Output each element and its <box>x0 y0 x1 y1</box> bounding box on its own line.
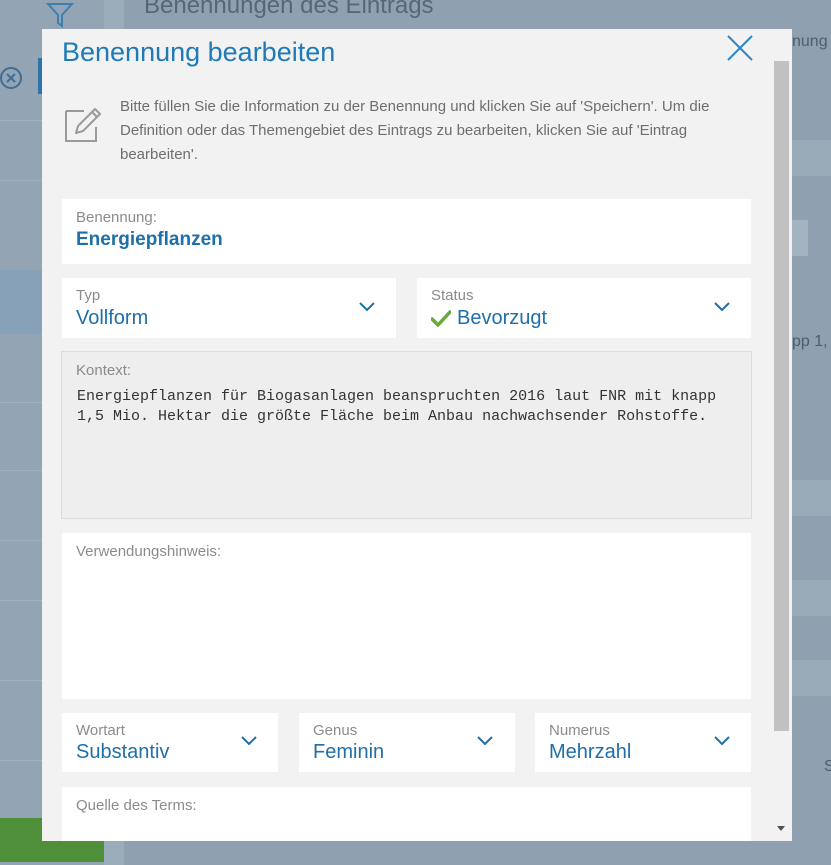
source-field[interactable]: Quelle des Terms: <box>62 787 751 841</box>
chevron-down-icon[interactable] <box>477 736 493 746</box>
background-snippet: S <box>824 758 831 775</box>
part-of-speech-value: Substantiv <box>76 741 170 763</box>
background-band <box>792 660 831 696</box>
term-name-label: Benennung: <box>76 209 157 226</box>
chevron-down-icon[interactable] <box>714 302 730 312</box>
dialog-scrollbar[interactable] <box>773 53 790 839</box>
dialog-title: Benennung bearbeiten <box>62 37 336 67</box>
usage-note-label: Verwendungshinweis: <box>76 543 222 560</box>
term-name-value[interactable]: Energiepflanzen <box>76 229 223 251</box>
number-select[interactable]: Numerus Mehrzahl <box>535 713 751 772</box>
check-icon <box>431 310 451 327</box>
edit-term-dialog: Benennung bearbeiten Bitte füllen Sie di… <box>42 29 792 841</box>
context-label: Kontext: <box>76 362 132 379</box>
scroll-down-arrow-icon[interactable] <box>777 826 785 831</box>
filter-icon <box>46 3 74 28</box>
clear-circle-icon <box>0 67 22 89</box>
background-band <box>792 580 831 616</box>
edit-note-icon <box>65 108 101 142</box>
usage-note-field[interactable]: Verwendungshinweis: <box>62 533 751 699</box>
background-chip <box>792 220 808 256</box>
context-textarea[interactable]: Energiepflanzen für Biogasanlagen beansp… <box>77 387 737 427</box>
gender-select[interactable]: Genus Feminin <box>299 713 515 772</box>
source-label: Quelle des Terms: <box>76 797 197 814</box>
part-of-speech-select[interactable]: Wortart Substantiv <box>62 713 278 772</box>
info-text: Bitte füllen Sie die Information zu der … <box>120 98 710 163</box>
status-select[interactable]: Status Bevorzugt <box>417 278 751 338</box>
background-page-title: Benennungen des Eintrags <box>144 0 434 19</box>
type-label: Typ <box>76 287 101 304</box>
status-label: Status <box>431 287 474 304</box>
part-of-speech-label: Wortart <box>76 722 125 739</box>
chevron-down-icon[interactable] <box>359 302 375 312</box>
background-snippet: pp 1, <box>792 333 828 350</box>
term-name-field[interactable]: Benennung: Energiepflanzen <box>62 199 751 264</box>
chevron-down-icon[interactable] <box>241 736 257 746</box>
background-snippet: nung <box>792 33 828 50</box>
context-field[interactable]: Kontext: Energiepflanzen für Biogasanlag… <box>61 351 752 519</box>
scroll-thumb[interactable] <box>774 61 789 731</box>
number-value: Mehrzahl <box>549 741 632 763</box>
gender-label: Genus <box>313 722 358 739</box>
close-icon[interactable] <box>726 34 754 62</box>
number-label: Numerus <box>549 722 610 739</box>
gender-value: Feminin <box>313 741 385 763</box>
type-select[interactable]: Typ Vollform <box>62 278 396 338</box>
status-value: Bevorzugt <box>457 307 548 329</box>
background-band <box>792 140 831 176</box>
chevron-down-icon[interactable] <box>714 736 730 746</box>
type-value: Vollform <box>76 307 149 329</box>
background-band <box>792 480 831 516</box>
